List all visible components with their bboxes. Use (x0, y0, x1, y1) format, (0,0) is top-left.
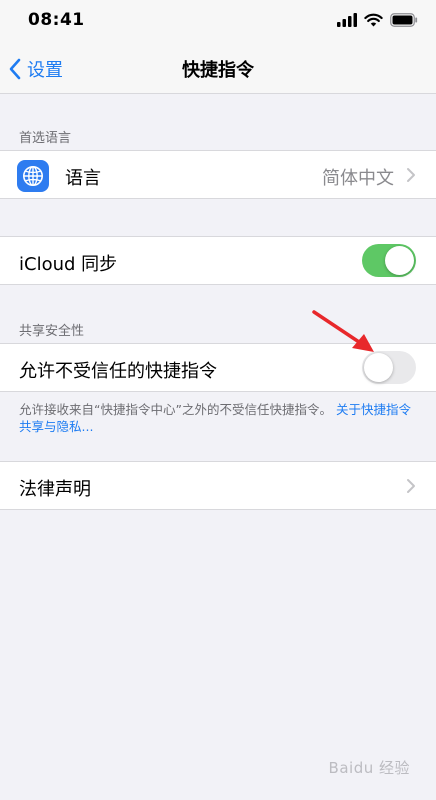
battery-icon (390, 13, 418, 27)
chevron-right-icon (407, 168, 415, 182)
section-header-preferred-language: 首选语言 (19, 131, 72, 146)
legal-label: 法律声明 (19, 479, 91, 500)
chevron-right-icon (407, 479, 415, 493)
language-value: 简体中文 (322, 168, 394, 189)
status-bar: 08:41 (0, 0, 436, 44)
icloud-sync-row: iCloud 同步 (0, 236, 436, 285)
icloud-sync-label: iCloud 同步 (19, 254, 118, 275)
footer-note: 允许接收来自“快捷指令中心”之外的不受信任快捷指令。 关于快捷指令共享与隐私..… (19, 401, 419, 435)
footer-note-text: 允许接收来自“快捷指令中心”之外的不受信任快捷指令。 (19, 402, 332, 417)
untrusted-shortcuts-label: 允许不受信任的快捷指令 (19, 361, 217, 382)
nav-bar: 设置 快捷指令 (0, 44, 436, 94)
language-label: 语言 (65, 168, 101, 189)
language-row[interactable]: 语言 简体中文 (0, 150, 436, 199)
status-icons (337, 13, 418, 27)
status-time: 08:41 (28, 10, 85, 30)
watermark: Baidu 经验 (328, 759, 410, 777)
annotation-arrow-icon (312, 310, 374, 352)
wifi-icon (364, 13, 383, 27)
toggle-knob (385, 246, 414, 275)
icloud-sync-toggle[interactable] (362, 244, 416, 277)
page-title: 快捷指令 (182, 60, 254, 81)
globe-icon (17, 160, 49, 192)
legal-row[interactable]: 法律声明 (0, 461, 436, 510)
section-header-sharing-security: 共享安全性 (19, 324, 85, 339)
cellular-signal-icon (337, 13, 357, 27)
